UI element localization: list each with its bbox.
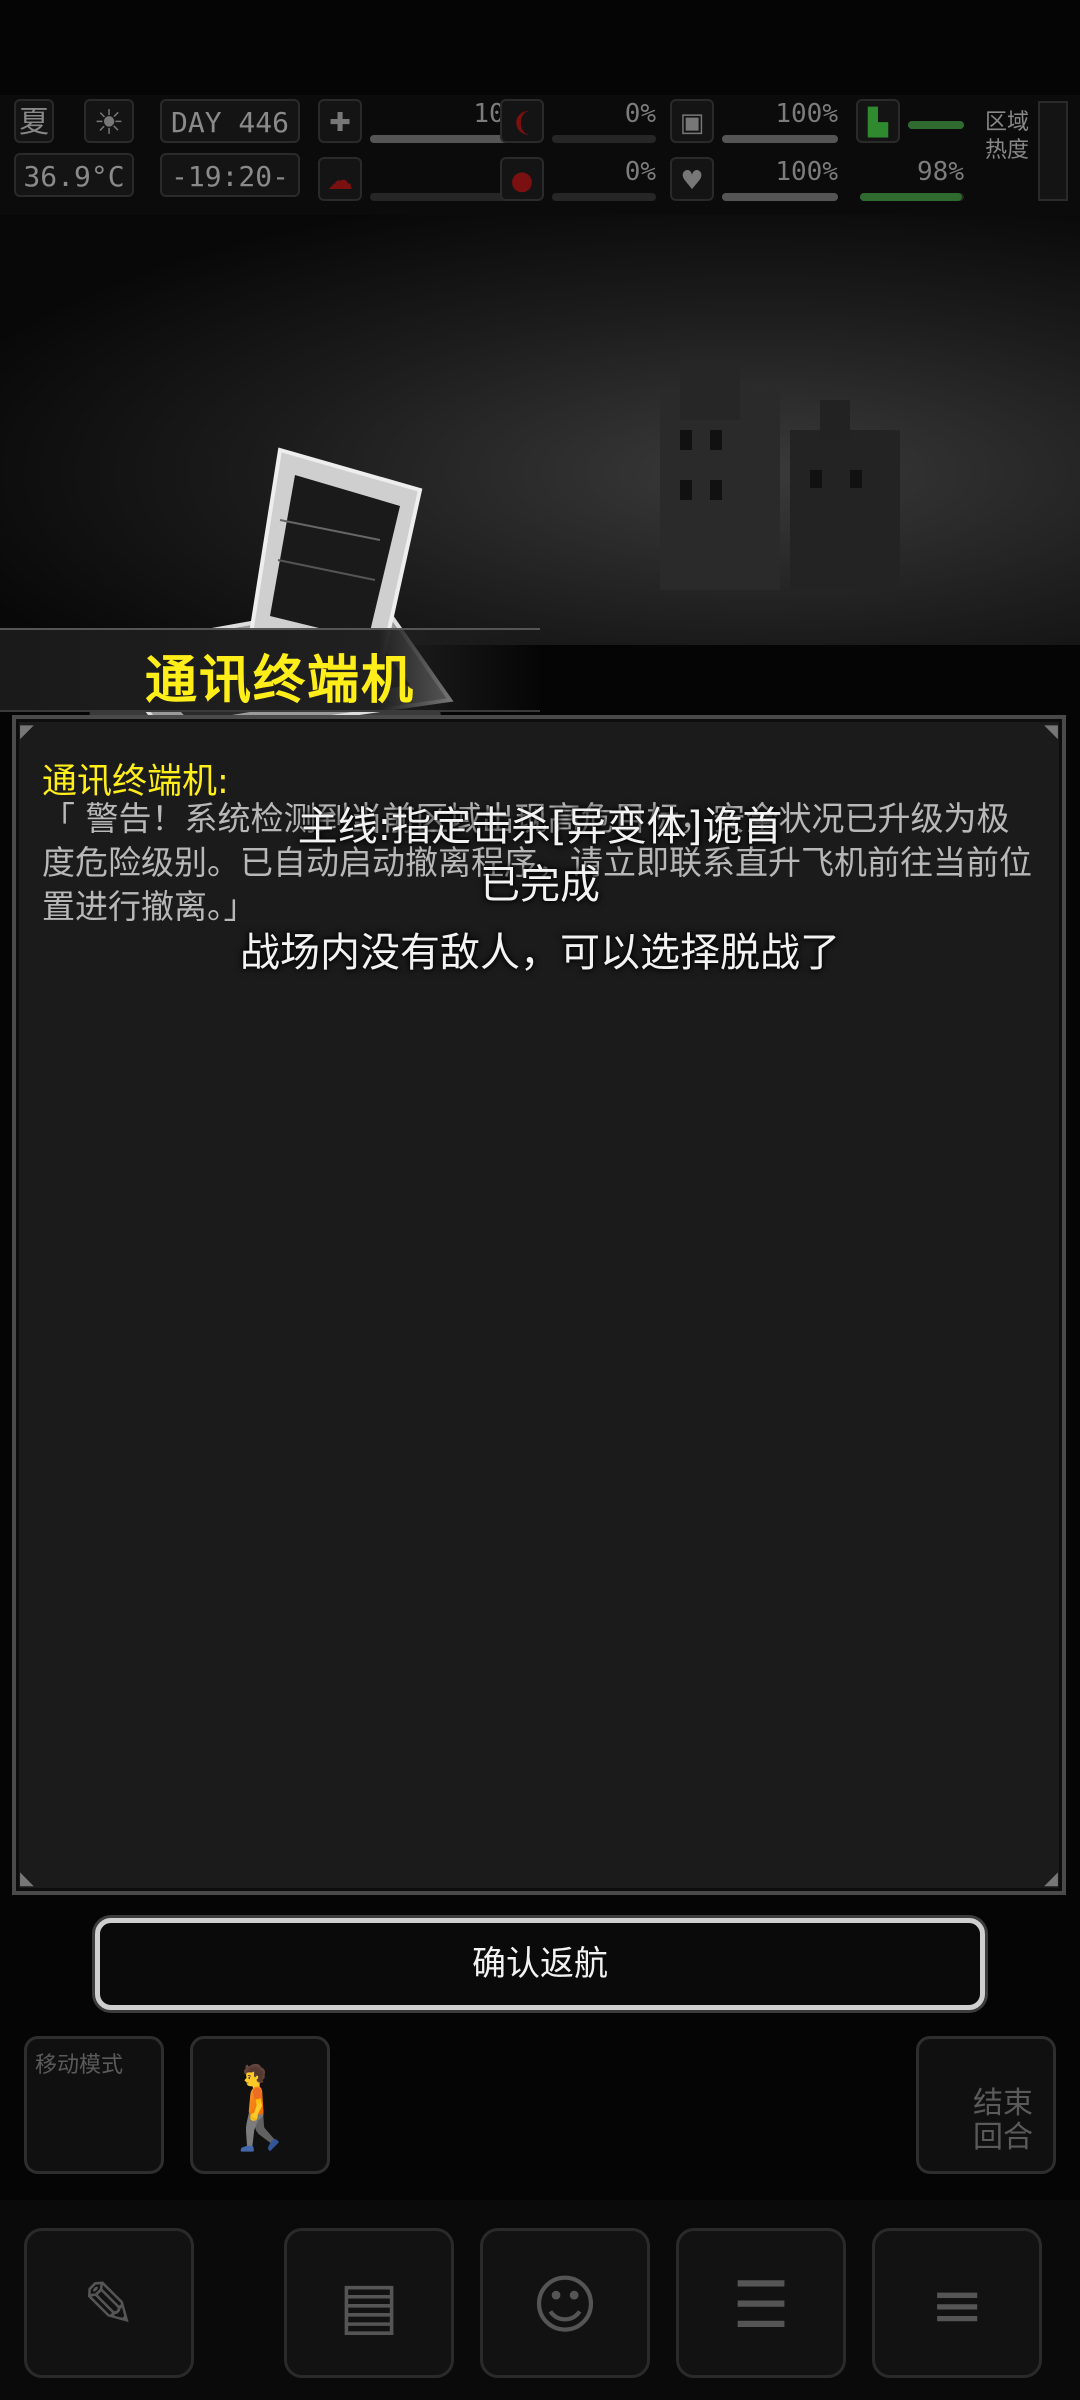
confirm-return-button[interactable]: 确认返航 <box>95 1918 985 2010</box>
ruins-illustration <box>660 360 900 590</box>
stat-value: 0% <box>624 157 656 187</box>
stat-bar <box>552 193 656 201</box>
menu-icon[interactable]: ≡ <box>872 2228 1042 2378</box>
stat-blood[interactable]: ● 0% <box>500 157 660 205</box>
stat-value: 100% <box>775 99 838 129</box>
crafting-icon[interactable]: ✎ <box>24 2228 194 2378</box>
stat-leg-top[interactable]: ▙ <box>856 99 968 147</box>
stomach-icon: ❨ <box>500 99 544 143</box>
end-turn-button[interactable]: 结束回合 <box>916 2036 1056 2174</box>
stat-value: 0% <box>624 99 656 129</box>
stat-stamina[interactable]: ▣ 100% <box>670 99 842 147</box>
stat-health[interactable]: ♥ 100% <box>670 157 842 205</box>
medkit-icon: ✚ <box>318 99 362 143</box>
mission-complete-toast-line1: 主线:指定击杀[异变体]诡首 <box>297 804 783 850</box>
brain-icon: ☁ <box>318 157 362 201</box>
title-banner: 通讯终端机 <box>0 628 540 712</box>
blood-drop-icon: ● <box>500 157 544 201</box>
mission-complete-toast-line2: 已完成 <box>480 862 600 908</box>
stat-bar <box>860 193 964 201</box>
day-label: DAY <box>170 106 222 139</box>
day-counter: DAY 446 <box>160 99 300 143</box>
stat-value: 98% <box>917 157 964 187</box>
stat-bar <box>722 135 838 143</box>
season-indicator: 夏 <box>14 99 54 143</box>
corner-ornament: ◣ <box>20 1868 34 1889</box>
region-heat-bar <box>1038 101 1068 201</box>
journal-icon[interactable]: ☰ <box>676 2228 846 2378</box>
inventory-icon[interactable]: ▤ <box>284 2228 454 2378</box>
region-heat-label: 区域热度 <box>985 110 1030 163</box>
corner-ornament: ◥ <box>1044 721 1058 742</box>
status-hud: 夏 ☀ 36.9°C DAY 446 -19:20- ✚ 100% ❨ 0% ▣… <box>0 95 1080 215</box>
walk-icon[interactable]: 🚶 <box>190 2036 330 2174</box>
bottom-toolbar: ✎ ▤ ☺ ☰ ≡ <box>0 2200 1080 2400</box>
move-mode-label: 移动模式 <box>35 2053 124 2078</box>
move-mode-button[interactable]: 移动模式 <box>24 2036 164 2174</box>
stat-bar <box>722 193 838 201</box>
heart-icon: ♥ <box>670 157 714 201</box>
day-number: 446 <box>238 106 289 139</box>
corner-ornament: ◤ <box>20 721 34 742</box>
page-title: 通讯终端机 <box>144 651 415 711</box>
sun-icon: ☀ <box>84 99 134 143</box>
temperature-readout: 36.9°C <box>14 153 134 197</box>
stat-leg[interactable]: 98% <box>856 157 968 205</box>
stamina-icon: ▣ <box>670 99 714 143</box>
end-turn-label: 结束回合 <box>973 2086 1033 2155</box>
stat-bar <box>908 121 964 129</box>
clock-readout: -19:20- <box>160 153 300 197</box>
skills-brain-icon[interactable]: ☺ <box>480 2228 650 2378</box>
terminal-scene-illustration <box>0 215 1080 830</box>
corner-ornament: ◢ <box>1044 1868 1058 1889</box>
stat-hunger[interactable]: ❨ 0% <box>500 99 660 147</box>
stat-bar <box>552 135 656 143</box>
stat-value: 100% <box>775 157 838 187</box>
battle-clear-toast: 战场内没有敌人，可以选择脱战了 <box>240 930 840 976</box>
boot-icon: ▙ <box>856 99 900 143</box>
